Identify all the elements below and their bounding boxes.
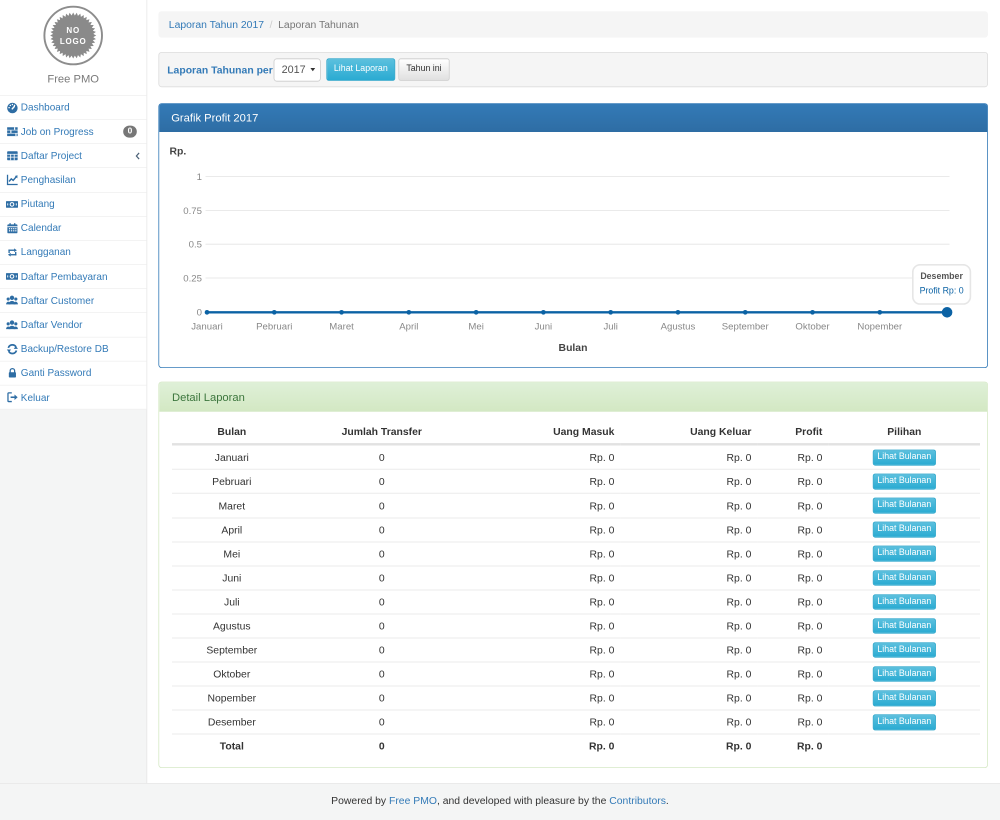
svg-text:Mei: Mei (468, 321, 483, 332)
svg-text:LOGO: LOGO (60, 37, 87, 46)
svg-text:NO: NO (66, 26, 80, 35)
svg-text:April: April (399, 321, 418, 332)
svg-text:September: September (722, 321, 770, 332)
svg-text:0.25: 0.25 (183, 273, 202, 284)
svg-text:Januari: Januari (191, 321, 222, 332)
svg-text:Juli: Juli (603, 321, 617, 332)
svg-text:Rp.: Rp. (170, 146, 187, 157)
svg-text:0.5: 0.5 (189, 240, 202, 251)
svg-text:1: 1 (197, 172, 202, 183)
svg-text:Bulan: Bulan (559, 343, 588, 354)
svg-text:Juni: Juni (535, 321, 553, 332)
svg-text:Pebruari: Pebruari (256, 321, 292, 332)
svg-text:Maret: Maret (329, 321, 354, 332)
svg-text:Oktober: Oktober (795, 321, 830, 332)
svg-text:0.75: 0.75 (183, 206, 202, 217)
svg-text:Agustus: Agustus (661, 321, 696, 332)
svg-text:Nopember: Nopember (857, 321, 903, 332)
svg-text:0: 0 (197, 308, 202, 319)
